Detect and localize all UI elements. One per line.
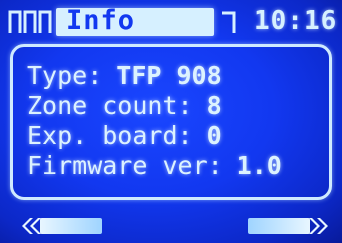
exp-board-value: 0 xyxy=(206,121,222,150)
info-line-zone-count: Zone count: 8 xyxy=(27,91,222,121)
bracket-icon xyxy=(220,10,238,34)
page-title: Info xyxy=(66,5,136,36)
clock-time: 10:16 xyxy=(254,6,338,36)
device-screen: Info 10:16 Type: TFP 908 Zone count: 8 Exp… xyxy=(0,0,342,243)
signal-bars-icon xyxy=(8,10,54,34)
firmware-label: Firmware ver: xyxy=(27,151,223,180)
firmware-value: 1.0 xyxy=(236,151,282,180)
type-label: Type: xyxy=(27,61,103,90)
exp-board-label: Exp. board: xyxy=(27,121,193,150)
info-panel: Type: TFP 908 Zone count: 8 Exp. board: 0 F… xyxy=(10,44,332,200)
info-line-firmware: Firmware ver: 1.0 xyxy=(27,151,282,181)
type-value: TFP 908 xyxy=(116,61,222,90)
info-line-exp-board: Exp. board: 0 xyxy=(27,121,222,151)
header-bar: Info 10:16 xyxy=(6,6,336,36)
zone-count-label: Zone count: xyxy=(27,91,193,120)
double-chevron-right-icon[interactable] xyxy=(248,216,330,236)
double-chevron-left-icon[interactable] xyxy=(20,216,102,236)
zone-count-value: 8 xyxy=(206,91,222,120)
info-line-type: Type: TFP 908 xyxy=(27,61,222,91)
footer-nav xyxy=(0,210,342,240)
